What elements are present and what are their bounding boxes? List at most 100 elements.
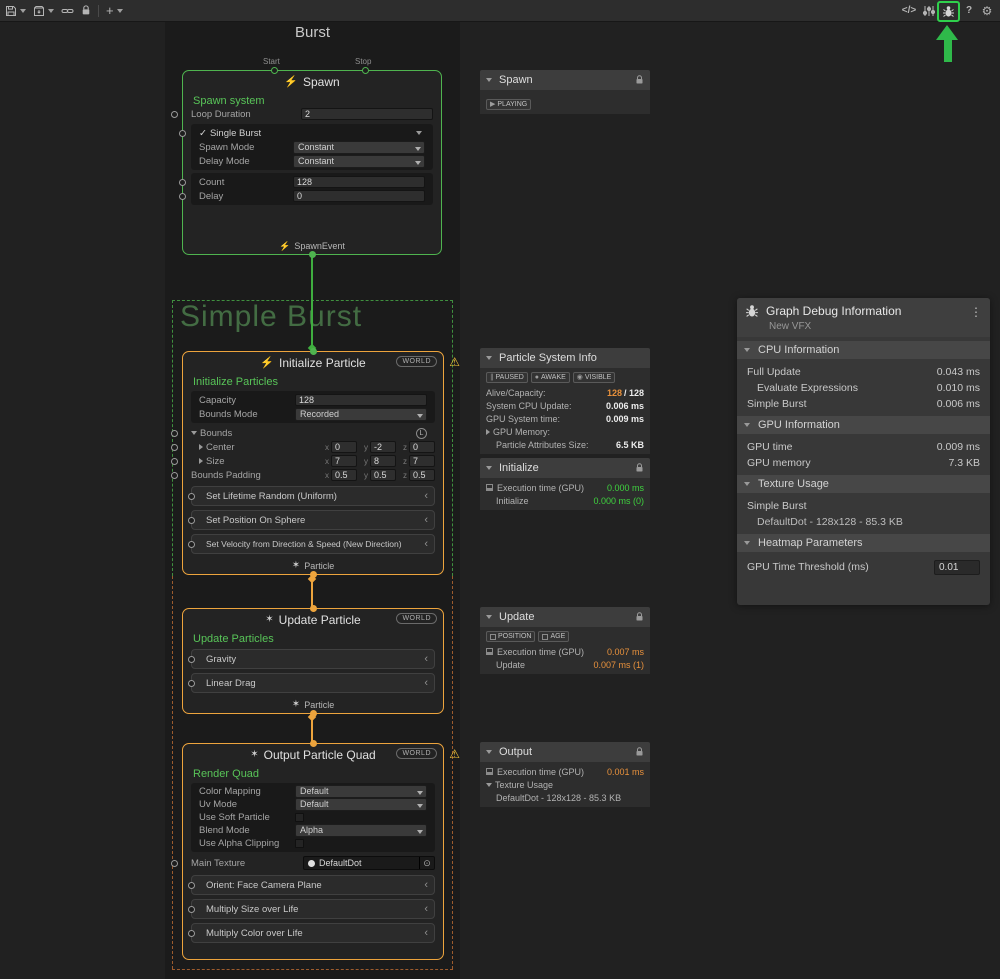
input-port[interactable]	[188, 906, 195, 913]
input-port[interactable]	[188, 882, 195, 889]
input-port[interactable]	[179, 179, 186, 186]
add-node-button[interactable]: +	[106, 4, 123, 17]
input-port[interactable]	[171, 472, 178, 479]
gpu-memory-row[interactable]: GPU Memory:	[486, 425, 644, 438]
compile-button[interactable]	[33, 5, 54, 17]
texture-usage-section-header[interactable]: Texture Usage	[737, 475, 990, 493]
gpu-threshold-input[interactable]	[934, 560, 980, 575]
object-picker-icon[interactable]: ⊙	[419, 857, 434, 869]
update-node-header[interactable]: ✶ Update Particle WORLD	[183, 609, 443, 631]
padding-z-field[interactable]: 0.5	[409, 469, 435, 481]
texture-usage-row[interactable]: Texture Usage	[486, 778, 644, 791]
kebab-menu-icon[interactable]: ⋮	[970, 305, 982, 319]
output-node[interactable]: ⚠ ✶ Output Particle Quad WORLD Render Qu…	[182, 743, 444, 960]
input-port[interactable]	[179, 130, 186, 137]
collapse-icon[interactable]: ‹	[424, 654, 428, 665]
center-x-field[interactable]: 0	[331, 441, 357, 453]
delay-mode-dropdown[interactable]: Constant	[293, 155, 425, 168]
chevron-down-icon[interactable]	[416, 131, 422, 135]
warning-icon[interactable]: ⚠	[449, 747, 460, 761]
gpu-information-section-header[interactable]: GPU Information	[737, 416, 990, 434]
center-y-field[interactable]: -2	[370, 441, 396, 453]
settings-button[interactable]: ⚙	[978, 0, 996, 21]
spawn-node-header[interactable]: ⚡ Spawn	[183, 71, 441, 93]
main-texture-object-field[interactable]: DefaultDot ⊙	[303, 856, 435, 870]
input-port[interactable]	[188, 541, 195, 548]
size-x-field[interactable]: 7	[331, 455, 357, 467]
help-button[interactable]: ?	[961, 0, 977, 21]
block-gravity[interactable]: Gravity ‹	[191, 649, 435, 669]
spawn-node[interactable]: Start Stop ⚡ Spawn Spawn system Loop Dur…	[182, 70, 442, 255]
save-button[interactable]	[5, 5, 26, 17]
padding-y-field[interactable]: 0.5	[370, 469, 396, 481]
collapse-icon[interactable]: ‹	[424, 539, 428, 550]
color-mapping-dropdown[interactable]: Default	[295, 785, 427, 798]
block-multiply-color[interactable]: Multiply Color over Life ‹	[191, 923, 435, 943]
size-y-field[interactable]: 8	[370, 455, 396, 467]
input-port[interactable]	[188, 493, 195, 500]
delay-field[interactable]: 0	[293, 190, 425, 202]
lock-icon[interactable]	[635, 463, 644, 473]
cpu-information-section-header[interactable]: CPU Information	[737, 341, 990, 359]
flow-edge-spawn-initialize[interactable]	[311, 256, 313, 351]
lock-icon[interactable]	[635, 612, 644, 622]
initialize-output-port[interactable]	[310, 571, 317, 578]
count-field[interactable]: 128	[293, 176, 425, 188]
block-set-velocity[interactable]: Set Velocity from Direction & Speed (New…	[191, 534, 435, 554]
lock-button[interactable]	[81, 5, 91, 16]
particle-system-info-header[interactable]: Particle System Info	[480, 348, 650, 368]
space-badge[interactable]: WORLD	[396, 613, 437, 624]
collapse-icon[interactable]: ‹	[424, 928, 428, 939]
update-output-port[interactable]	[310, 710, 317, 717]
block-multiply-size[interactable]: Multiply Size over Life ‹	[191, 899, 435, 919]
code-view-button[interactable]: </>	[898, 0, 920, 21]
input-port[interactable]	[188, 930, 195, 937]
foldout-icon[interactable]	[199, 458, 203, 464]
lock-icon[interactable]	[635, 747, 644, 757]
attach-button[interactable]	[61, 5, 74, 17]
controls-button[interactable]	[920, 0, 938, 21]
input-port[interactable]	[171, 111, 178, 118]
space-badge[interactable]: WORLD	[396, 748, 437, 759]
collapse-icon[interactable]: ‹	[424, 491, 428, 502]
uv-mode-dropdown[interactable]: Default	[295, 798, 427, 811]
single-burst-row[interactable]: ✓ Single Burst	[195, 126, 429, 140]
block-set-position-sphere[interactable]: Set Position On Sphere ‹	[191, 510, 435, 530]
collapse-icon[interactable]: ‹	[424, 678, 428, 689]
output-monitor-header[interactable]: Output	[480, 742, 650, 762]
debug-toggle-button[interactable]	[942, 5, 955, 18]
collapse-icon[interactable]: ‹	[424, 515, 428, 526]
lock-icon[interactable]	[635, 75, 644, 85]
input-port[interactable]	[171, 430, 178, 437]
spawn-output-port[interactable]	[309, 251, 316, 258]
alpha-clipping-checkbox[interactable]	[295, 839, 304, 848]
blend-mode-dropdown[interactable]: Alpha	[295, 824, 427, 837]
loop-duration-field[interactable]: 2	[301, 108, 433, 120]
space-badge[interactable]: WORLD	[396, 356, 437, 367]
input-port[interactable]	[188, 680, 195, 687]
debug-panel-header[interactable]: Graph Debug Information New VFX ⋮	[737, 298, 990, 337]
collapse-icon[interactable]: ‹	[424, 880, 428, 891]
space-toggle[interactable]: L	[416, 428, 427, 439]
input-port[interactable]	[179, 193, 186, 200]
update-monitor-header[interactable]: Update	[480, 607, 650, 627]
update-node[interactable]: ✶ Update Particle WORLD Update Particles…	[182, 608, 444, 714]
size-z-field[interactable]: 7	[409, 455, 435, 467]
block-linear-drag[interactable]: Linear Drag ‹	[191, 673, 435, 693]
foldout-icon[interactable]	[191, 431, 197, 435]
soft-particle-checkbox[interactable]	[295, 813, 304, 822]
system-label[interactable]: Simple Burst	[180, 300, 362, 334]
input-port[interactable]	[171, 458, 178, 465]
block-set-lifetime[interactable]: Set Lifetime Random (Uniform) ‹	[191, 486, 435, 506]
center-z-field[interactable]: 0	[409, 441, 435, 453]
initialize-node-header[interactable]: ⚡ Initialize Particle WORLD	[183, 352, 443, 374]
initialize-monitor-header[interactable]: Initialize	[480, 458, 650, 478]
block-orient[interactable]: Orient: Face Camera Plane ‹	[191, 875, 435, 895]
input-port[interactable]	[188, 656, 195, 663]
padding-x-field[interactable]: 0.5	[331, 469, 357, 481]
initialize-node[interactable]: ⚠ ⚡ Initialize Particle WORLD Initialize…	[182, 351, 444, 575]
foldout-icon[interactable]	[199, 444, 203, 450]
input-port[interactable]	[171, 444, 178, 451]
collapse-icon[interactable]: ‹	[424, 904, 428, 915]
bounds-mode-dropdown[interactable]: Recorded	[295, 408, 427, 421]
